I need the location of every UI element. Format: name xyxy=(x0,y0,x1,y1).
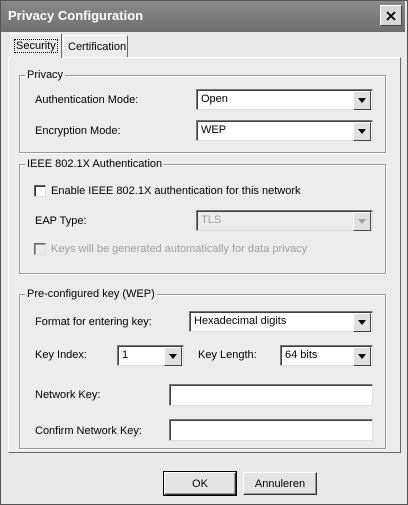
network-key-input[interactable] xyxy=(169,384,373,406)
close-icon xyxy=(386,10,396,21)
auth-mode-label: Authentication Mode: xyxy=(35,94,139,106)
enable-8021x-checkbox[interactable] xyxy=(34,185,46,197)
network-key-label: Network Key: xyxy=(35,389,101,401)
chevron-down-icon[interactable] xyxy=(353,212,371,231)
keys-auto-checkbox[interactable] xyxy=(34,243,46,255)
key-length-value: 64 bits xyxy=(285,349,318,361)
cancel-button[interactable]: Annuleren xyxy=(243,472,317,495)
ok-button[interactable]: OK xyxy=(163,471,237,496)
privacy-group xyxy=(19,75,386,153)
auth-mode-select[interactable]: Open xyxy=(196,89,373,110)
key-length-select[interactable]: 64 bits xyxy=(280,345,373,366)
window-title: Privacy Configuration xyxy=(8,8,144,23)
chevron-down-icon[interactable] xyxy=(353,347,371,366)
chevron-down-icon[interactable] xyxy=(164,347,182,366)
format-select[interactable]: Hexadecimal digits xyxy=(189,311,373,332)
chevron-down-icon[interactable] xyxy=(353,122,371,141)
tab-certification[interactable]: Certification xyxy=(63,35,128,57)
key-index-value: 1 xyxy=(122,349,129,361)
chevron-down-icon[interactable] xyxy=(353,313,371,332)
privacy-legend: Privacy xyxy=(25,69,66,81)
tab-certification-label: Certification xyxy=(68,40,127,53)
key-index-select[interactable]: 1 xyxy=(117,345,184,366)
key-length-label: Key Length: xyxy=(198,349,257,361)
keys-auto-label: Keys will be generated automatically for… xyxy=(51,243,308,255)
ieee-legend: IEEE 802.1X Authentication xyxy=(25,158,165,170)
close-button[interactable] xyxy=(380,5,402,26)
auth-mode-value: Open xyxy=(201,93,228,105)
chevron-down-icon[interactable] xyxy=(353,91,371,110)
format-value: Hexadecimal digits xyxy=(194,315,287,327)
confirm-key-input[interactable] xyxy=(169,419,373,441)
enc-mode-value: WEP xyxy=(201,124,227,136)
preconf-legend: Pre-configured key (WEP) xyxy=(25,288,157,300)
tab-security[interactable]: Security xyxy=(10,33,62,58)
format-label: Format for entering key: xyxy=(35,316,152,328)
eap-type-value: TLS xyxy=(201,214,222,226)
eap-type-select[interactable]: TLS xyxy=(196,210,373,231)
key-index-label: Key Index: xyxy=(35,349,87,361)
enc-mode-label: Encryption Mode: xyxy=(35,125,121,137)
tab-security-label: Security xyxy=(14,39,58,53)
enc-mode-select[interactable]: WEP xyxy=(196,120,373,141)
eap-type-label: EAP Type: xyxy=(35,215,87,227)
confirm-key-label: Confirm Network Key: xyxy=(35,425,142,437)
tab-panel: Privacy Authentication Mode: Open Encryp… xyxy=(8,57,401,453)
enable-8021x-label: Enable IEEE 802.1X authentication for th… xyxy=(51,185,301,197)
